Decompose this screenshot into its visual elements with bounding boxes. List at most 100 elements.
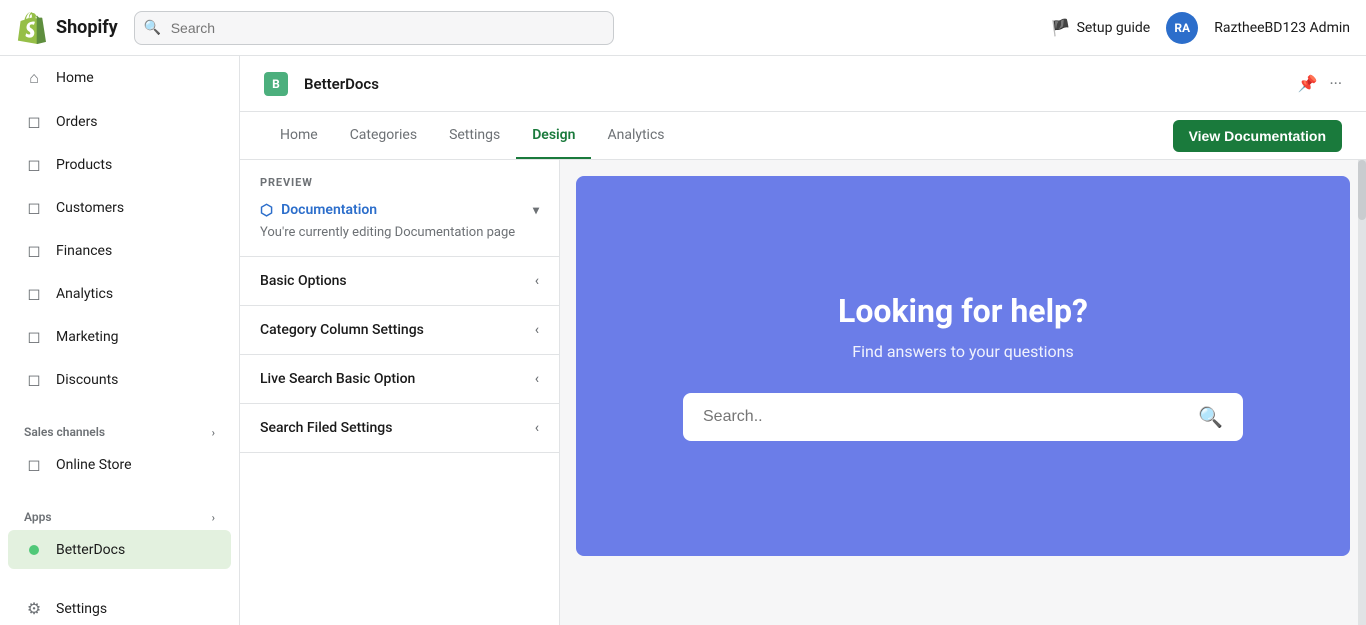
sidebar-item-label: BetterDocs: [56, 542, 125, 558]
scrollbar-thumb: [1358, 160, 1366, 220]
betterdocs-icon: [24, 540, 44, 559]
chevron-left-icon-4: ‹: [535, 420, 539, 436]
accordion-label-search-filed: Search Filed Settings: [260, 420, 392, 436]
finances-icon: ◻: [24, 241, 44, 260]
preview-search-bar: 🔍: [683, 393, 1243, 441]
preview-label: PREVIEW: [260, 176, 539, 189]
preview-card-subtitle: Find answers to your questions: [852, 342, 1073, 361]
preview-link-text: Documentation: [281, 202, 377, 218]
sidebar-item-label: Products: [56, 157, 112, 173]
app-header-logo: B: [264, 72, 288, 96]
marketing-icon: ◻: [24, 327, 44, 346]
sidebar-item-customers[interactable]: ◻ Customers: [8, 188, 231, 227]
tab-design[interactable]: Design: [516, 112, 591, 159]
right-preview: Looking for help? Find answers to your q…: [560, 160, 1366, 625]
discounts-icon: ◻: [24, 370, 44, 389]
analytics-icon: ◻: [24, 284, 44, 303]
brand-name: shopify: [56, 17, 118, 38]
online-store-icon: ◻: [24, 455, 44, 474]
design-area: PREVIEW ⬡ Documentation ▾ You're current…: [240, 160, 1366, 625]
scrollbar[interactable]: [1358, 160, 1366, 625]
chevron-left-icon-2: ‹: [535, 322, 539, 338]
search-input[interactable]: [134, 11, 614, 45]
sidebar-item-label: Settings: [56, 601, 107, 617]
tab-categories[interactable]: Categories: [334, 112, 433, 159]
sidebar-item-label: Finances: [56, 243, 112, 259]
sidebar-item-label: Marketing: [56, 329, 119, 345]
search-icon: 🔍: [144, 20, 161, 36]
setup-guide-button[interactable]: 🏴 Setup guide: [1051, 18, 1151, 37]
tab-analytics[interactable]: Analytics: [591, 112, 680, 159]
tabs: Home Categories Settings Design Analytic…: [264, 112, 681, 159]
sales-channels-section: Sales channels ›: [0, 417, 239, 443]
sidebar-item-label: Analytics: [56, 286, 113, 302]
customers-icon: ◻: [24, 198, 44, 217]
sidebar-item-settings[interactable]: ⚙ Settings: [8, 589, 231, 625]
apps-label: Apps: [24, 510, 52, 524]
sidebar-item-orders[interactable]: ◻ Orders: [8, 102, 231, 141]
accordion-live-search: Live Search Basic Option ‹: [240, 355, 559, 404]
sales-channels-label: Sales channels: [24, 425, 105, 439]
sidebar-item-label: Home: [56, 70, 94, 86]
products-icon: ◻: [24, 155, 44, 174]
user-name: RaztheeBD123 Admin: [1214, 20, 1350, 36]
sidebar-item-online-store[interactable]: ◻ Online Store: [8, 445, 231, 484]
sidebar-item-label: Online Store: [56, 457, 132, 473]
accordion-search-filed-settings: Search Filed Settings ‹: [240, 404, 559, 453]
accordion-header-search-filed[interactable]: Search Filed Settings ‹: [240, 404, 559, 452]
chevron-left-icon: ‹: [535, 273, 539, 289]
tab-settings[interactable]: Settings: [433, 112, 516, 159]
preview-card-title: Looking for help?: [838, 292, 1088, 330]
apps-section: Apps ›: [0, 502, 239, 528]
view-documentation-button[interactable]: View Documentation: [1173, 120, 1342, 152]
accordion-label-live-search: Live Search Basic Option: [260, 371, 415, 387]
orders-icon: ◻: [24, 112, 44, 131]
preview-search-input[interactable]: [703, 408, 1186, 426]
left-panel: PREVIEW ⬡ Documentation ▾ You're current…: [240, 160, 560, 625]
preview-description: You're currently editing Documentation p…: [260, 225, 539, 240]
sidebar-item-marketing[interactable]: ◻ Marketing: [8, 317, 231, 356]
accordion-label-basic-options: Basic Options: [260, 273, 347, 289]
accordion-basic-options: Basic Options ‹: [240, 257, 559, 306]
accordion-header-basic-options[interactable]: Basic Options ‹: [240, 257, 559, 305]
settings-icon: ⚙: [24, 599, 44, 618]
sidebar-item-betterdocs[interactable]: BetterDocs: [8, 530, 231, 569]
sidebar-item-home[interactable]: ⌂ Home: [8, 58, 231, 98]
content-area: B BetterDocs 📌 ··· Home Categories Setti…: [240, 56, 1366, 625]
shopify-logo[interactable]: shopify: [16, 12, 118, 44]
chevron-right-icon-2: ›: [212, 511, 215, 524]
chevron-left-icon-3: ‹: [535, 371, 539, 387]
more-options-icon[interactable]: ···: [1329, 74, 1342, 93]
sidebar-item-finances[interactable]: ◻ Finances: [8, 231, 231, 270]
sidebar-item-label: Customers: [56, 200, 124, 216]
sidebar-item-products[interactable]: ◻ Products: [8, 145, 231, 184]
sidebar-item-analytics[interactable]: ◻ Analytics: [8, 274, 231, 313]
top-navigation: shopify 🔍 🏴 Setup guide RA RaztheeBD123 …: [0, 0, 1366, 56]
accordion-header-category-column[interactable]: Category Column Settings ‹: [240, 306, 559, 354]
external-link-icon: ⬡: [260, 201, 273, 219]
setup-guide-label: Setup guide: [1077, 20, 1151, 36]
home-icon: ⌂: [24, 68, 44, 88]
preview-link[interactable]: ⬡ Documentation ▾: [260, 201, 539, 219]
chevron-right-icon: ›: [212, 426, 215, 439]
tab-home[interactable]: Home: [264, 112, 334, 159]
sidebar-item-label: Orders: [56, 114, 98, 130]
sidebar-item-discounts[interactable]: ◻ Discounts: [8, 360, 231, 399]
app-header-actions: 📌 ···: [1298, 74, 1342, 93]
accordion-label-category-column: Category Column Settings: [260, 322, 424, 338]
sidebar: ⌂ Home ◻ Orders ◻ Products ◻ Customers ◻…: [0, 56, 240, 625]
app-header-title: BetterDocs: [304, 75, 379, 93]
preview-search-icon: 🔍: [1198, 405, 1223, 429]
avatar[interactable]: RA: [1166, 12, 1198, 44]
main-layout: ⌂ Home ◻ Orders ◻ Products ◻ Customers ◻…: [0, 56, 1366, 625]
betterdocs-dot: [29, 545, 39, 555]
preview-section: PREVIEW ⬡ Documentation ▾ You're current…: [240, 160, 559, 257]
pin-icon[interactable]: 📌: [1298, 74, 1318, 93]
shopify-logo-icon: [16, 12, 48, 44]
global-search: 🔍: [134, 11, 614, 45]
accordion-header-live-search[interactable]: Live Search Basic Option ‹: [240, 355, 559, 403]
app-header: B BetterDocs 📌 ···: [240, 56, 1366, 112]
accordion-category-column-settings: Category Column Settings ‹: [240, 306, 559, 355]
flag-icon: 🏴: [1051, 18, 1071, 37]
sidebar-item-label: Discounts: [56, 372, 118, 388]
